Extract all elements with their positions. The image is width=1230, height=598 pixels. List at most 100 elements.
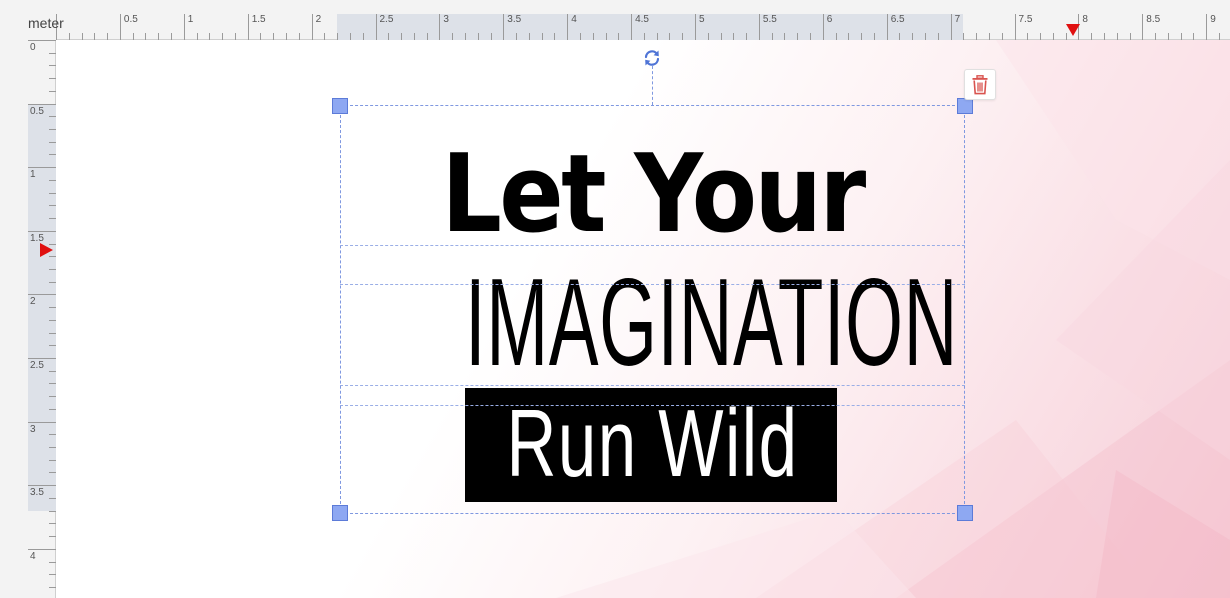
ruler-tick bbox=[49, 574, 56, 576]
ruler-tick bbox=[477, 33, 479, 40]
ruler-tick bbox=[119, 14, 121, 40]
vertical-ruler-marker[interactable] bbox=[40, 242, 53, 257]
ruler-tick-label: 3.5 bbox=[507, 14, 522, 25]
ruler-tick bbox=[426, 33, 428, 40]
trash-icon bbox=[972, 74, 988, 94]
ruler-tick bbox=[49, 179, 56, 181]
ruler-tick bbox=[784, 33, 786, 40]
ruler-tick-label: 7.5 bbox=[1018, 14, 1033, 25]
ruler-tick bbox=[1040, 33, 1042, 40]
ruler-tick bbox=[1206, 14, 1208, 40]
ruler-tick bbox=[49, 396, 56, 398]
ruler-tick bbox=[1218, 33, 1220, 40]
ruler-tick bbox=[49, 65, 56, 67]
ruler-tick bbox=[260, 33, 262, 40]
ruler-tick bbox=[963, 33, 965, 40]
ruler-tick bbox=[234, 33, 236, 40]
ruler-tick bbox=[28, 548, 56, 550]
ruler-tick bbox=[1001, 33, 1003, 40]
ruler-tick bbox=[49, 129, 56, 131]
ruler-tick bbox=[49, 370, 56, 372]
ruler-tick-label: 0 bbox=[30, 42, 36, 53]
ruler-tick bbox=[925, 33, 927, 40]
ruler-tick bbox=[848, 33, 850, 40]
ruler-tick-label: 1 bbox=[187, 14, 194, 25]
ruler-tick bbox=[273, 33, 275, 40]
ruler-tick-label: 7 bbox=[954, 14, 961, 25]
ruler-tick-label: 3 bbox=[443, 14, 449, 25]
ruler-tick bbox=[28, 167, 56, 169]
ruler-tick bbox=[388, 33, 390, 40]
horizontal-ruler-selection-range bbox=[337, 14, 964, 40]
ruler-tick bbox=[49, 472, 56, 474]
ruler-tick bbox=[835, 33, 837, 40]
ruler-tick bbox=[107, 33, 109, 40]
resize-handle-top-left[interactable] bbox=[332, 98, 348, 114]
ruler-tick bbox=[247, 14, 249, 40]
delete-button[interactable] bbox=[964, 69, 996, 100]
ruler-tick-label: 5 bbox=[699, 14, 705, 25]
ruler-tick bbox=[349, 33, 351, 40]
ruler-tick bbox=[132, 33, 134, 40]
ruler-tick bbox=[222, 33, 224, 40]
resize-handle-top-right[interactable] bbox=[957, 98, 973, 114]
ruler-tick bbox=[695, 14, 696, 40]
horizontal-ruler[interactable]: 0.5 1 1.5 2 2.5 3 3.5 4 4.5 5 5.5 6 6.5 7 7.5 8 8.5 9 bbox=[0, 0, 1230, 40]
ruler-tick bbox=[541, 33, 543, 40]
ruler-tick bbox=[171, 33, 173, 40]
ruler-tick bbox=[771, 33, 773, 40]
ruler-tick-label: 4 bbox=[571, 14, 577, 25]
resize-handle-bottom-left[interactable] bbox=[332, 505, 348, 521]
ruler-tick bbox=[286, 33, 288, 40]
vertical-ruler[interactable]: 0 0.5 1 1.5 2 2.5 3 3.5 4 bbox=[0, 40, 56, 598]
ruler-tick-label: 9 bbox=[1210, 14, 1216, 25]
ruler-tick bbox=[618, 33, 620, 40]
rotate-handle-stem bbox=[652, 66, 653, 105]
ruler-tick bbox=[49, 281, 56, 283]
line-guide bbox=[340, 385, 965, 386]
ruler-tick bbox=[528, 33, 530, 40]
ruler-tick bbox=[1129, 33, 1131, 40]
ruler-tick-label: 2 bbox=[315, 14, 322, 25]
ruler-tick bbox=[49, 141, 56, 143]
ruler-tick bbox=[49, 307, 56, 309]
ruler-tick bbox=[810, 33, 812, 40]
ruler-tick bbox=[49, 586, 56, 588]
ruler-tick bbox=[49, 319, 56, 321]
ruler-tick bbox=[49, 459, 56, 461]
resize-handle-bottom-right[interactable] bbox=[957, 505, 973, 521]
rotate-handle[interactable] bbox=[641, 47, 663, 69]
ruler-tick bbox=[28, 294, 56, 296]
ruler-tick bbox=[656, 33, 658, 40]
ruler-tick bbox=[937, 33, 939, 40]
ruler-tick bbox=[1116, 33, 1118, 40]
ruler-tick bbox=[28, 103, 56, 105]
ruler-tick-label: 4 bbox=[30, 550, 36, 562]
ruler-tick bbox=[1103, 33, 1105, 40]
selection-bounding-box[interactable] bbox=[340, 105, 965, 514]
ruler-tick bbox=[362, 33, 364, 40]
ruler-tick bbox=[49, 192, 56, 194]
ruler-tick bbox=[976, 33, 978, 40]
ruler-tick-label: 8 bbox=[1082, 14, 1088, 25]
ruler-tick bbox=[49, 447, 56, 449]
ruler-tick bbox=[311, 14, 313, 40]
ruler-tick-label: 8.5 bbox=[1146, 14, 1161, 25]
ruler-tick bbox=[1052, 33, 1054, 40]
ruler-tick bbox=[183, 14, 185, 40]
ruler-tick bbox=[28, 358, 56, 359]
ruler-tick bbox=[49, 205, 56, 207]
ruler-tick bbox=[950, 14, 952, 40]
ruler-tick bbox=[28, 421, 56, 423]
ruler-tick bbox=[1014, 14, 1016, 40]
ruler-tick bbox=[1193, 33, 1195, 40]
horizontal-ruler-marker[interactable] bbox=[1066, 24, 1081, 36]
ruler-tick-label: 3.5 bbox=[30, 487, 44, 499]
ruler-tick bbox=[49, 561, 56, 563]
ruler-tick bbox=[49, 345, 56, 347]
ruler-tick bbox=[49, 434, 56, 436]
ruler-tick bbox=[886, 14, 888, 40]
ruler-tick bbox=[413, 33, 415, 40]
ruler-tick bbox=[822, 14, 824, 40]
ruler-unit-label: meter bbox=[28, 15, 64, 31]
